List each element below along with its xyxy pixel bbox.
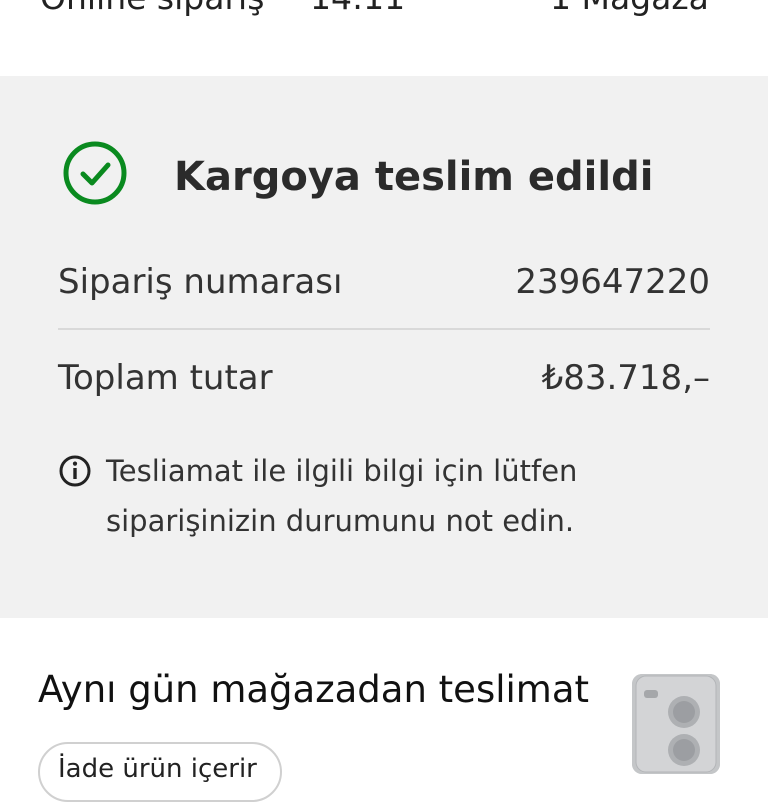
order-number-label: Sipariş numarası — [58, 262, 343, 302]
chip-label: İade ürün içerir — [58, 754, 257, 784]
product-thumbnail[interactable] — [632, 674, 720, 774]
divider — [58, 328, 710, 330]
status-title: Kargoya teslim edildi — [174, 154, 654, 200]
status-header: Kargoya teslim edildi — [62, 140, 653, 206]
total-row: Toplam tutar ₺83.718,– — [58, 350, 710, 410]
total-value: ₺83.718,– — [541, 358, 710, 398]
phone-image — [632, 674, 720, 774]
order-channel: Online sipariş — [40, 0, 264, 17]
check-circle-icon — [63, 141, 127, 205]
return-items-chip[interactable]: İade ürün içerir — [38, 742, 282, 802]
delivery-section-title: Aynı gün mağazadan teslimat — [38, 668, 590, 711]
order-meta-row: Online sipariş 14:11 1 Mağaza — [0, 0, 768, 76]
info-icon — [59, 455, 91, 487]
order-status-card: Kargoya teslim edildi Sipariş numarası 2… — [0, 76, 768, 618]
order-time: 14:11 — [310, 0, 405, 17]
info-text: Tesliamat ile ilgili bilgi için lütfen s… — [106, 454, 578, 538]
order-number-value: 239647220 — [515, 262, 710, 302]
order-number-row: Sipariş numarası 239647220 — [58, 254, 710, 314]
store-count: 1 Mağaza — [550, 0, 709, 17]
total-label: Toplam tutar — [58, 358, 273, 398]
